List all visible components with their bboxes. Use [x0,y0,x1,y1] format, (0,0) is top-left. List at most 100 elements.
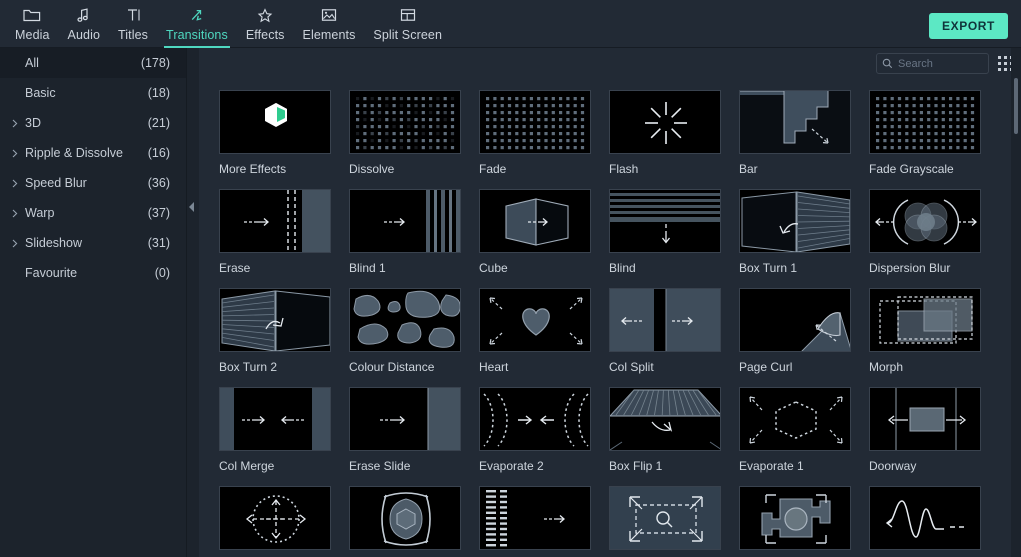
transition-item-box-turn-2[interactable]: Box Turn 2 [219,288,349,387]
transition-label: Blind [609,261,636,275]
transition-thumbnail[interactable] [609,486,721,550]
transition-thumbnail[interactable] [479,486,591,550]
transition-thumbnail[interactable] [609,387,721,451]
sidebar-item-count: (18) [147,86,170,100]
vertical-scrollbar[interactable] [1011,48,1021,557]
transition-item-col-merge[interactable]: Col Merge [219,387,349,486]
sidebar-item-label: Basic [25,86,56,100]
transition-item-item-26[interactable] [479,486,609,557]
transition-thumbnail[interactable] [609,90,721,154]
transition-label: More Effects [219,162,287,176]
transition-item-colour-distance[interactable]: Colour Distance [349,288,479,387]
transition-thumbnail[interactable] [219,387,331,451]
transition-item-morph[interactable]: Morph [869,288,999,387]
transition-item-erase-slide[interactable]: Erase Slide [349,387,479,486]
search-box[interactable] [876,53,989,74]
sidebar-item-basic[interactable]: Basic (18) [0,78,186,108]
transition-thumbnail[interactable] [479,90,591,154]
chevron-right-icon[interactable] [12,239,23,248]
search-icon [882,58,893,69]
transition-thumbnail[interactable] [479,288,591,352]
transition-thumbnail[interactable] [739,486,851,550]
transition-thumbnail[interactable] [219,486,331,550]
sidebar-item-slideshow[interactable]: Slideshow (31) [0,228,186,258]
transition-thumbnail[interactable] [869,288,981,352]
transition-item-more-effects[interactable]: More Effects [219,90,349,189]
image-icon [319,5,339,25]
tab-elements[interactable]: Elements [294,0,365,48]
transition-thumbnail[interactable] [739,90,851,154]
transition-thumbnail[interactable] [739,387,851,451]
sidebar-collapse-handle[interactable] [187,196,195,218]
tab-split-screen[interactable]: Split Screen [364,0,451,48]
transition-thumbnail[interactable] [479,189,591,253]
sidebar-item-label: Slideshow [25,236,82,250]
transition-thumbnail[interactable] [219,288,331,352]
transition-item-blind-1[interactable]: Blind 1 [349,189,479,288]
transition-thumbnail[interactable] [869,387,981,451]
transition-thumbnail[interactable] [869,189,981,253]
tab-titles[interactable]: Titles [109,0,157,48]
transition-item-page-curl[interactable]: Page Curl [739,288,869,387]
sidebar-item-warp[interactable]: Warp (37) [0,198,186,228]
transition-item-box-flip-1[interactable]: Box Flip 1 [609,387,739,486]
transition-item-item-24[interactable] [219,486,349,557]
sidebar-item-count: (21) [147,116,170,130]
transition-thumbnail[interactable] [349,90,461,154]
transition-item-flash[interactable]: Flash [609,90,739,189]
transition-thumbnail[interactable] [219,189,331,253]
transition-item-evaporate-2[interactable]: Evaporate 2 [479,387,609,486]
sidebar-item-favourite[interactable]: Favourite (0) [0,258,186,288]
transition-thumbnail[interactable] [219,90,331,154]
transition-thumbnail[interactable] [739,288,851,352]
transition-item-fade[interactable]: Fade [479,90,609,189]
sidebar-item-count: (0) [154,266,170,280]
transition-thumbnail[interactable] [609,288,721,352]
transition-item-evaporate-1[interactable]: Evaporate 1 [739,387,869,486]
transition-thumbnail[interactable] [349,288,461,352]
chevron-right-icon[interactable] [12,119,23,128]
transition-item-bar[interactable]: Bar [739,90,869,189]
transition-item-col-split[interactable]: Col Split [609,288,739,387]
transition-item-cube[interactable]: Cube [479,189,609,288]
export-button[interactable]: EXPORT [929,13,1008,39]
transition-thumbnail[interactable] [609,189,721,253]
sidebar-item-all[interactable]: All (178) [0,48,186,78]
transition-thumbnail[interactable] [349,486,461,550]
transition-item-item-27[interactable] [609,486,739,557]
transition-thumbnail[interactable] [349,189,461,253]
search-input[interactable] [898,57,978,70]
chevron-right-icon[interactable] [12,209,23,218]
sidebar-item-ripple-dissolve[interactable]: Ripple & Dissolve (16) [0,138,186,168]
transition-thumbnail[interactable] [869,90,981,154]
transition-item-blind[interactable]: Blind [609,189,739,288]
transition-thumbnail[interactable] [869,486,981,550]
tab-audio[interactable]: Audio [59,0,109,48]
transition-item-item-28[interactable] [739,486,869,557]
transition-thumbnail[interactable] [739,189,851,253]
transitions-grid-scroll[interactable]: More Effects Dissolve Fade Flash Bar Fade Gra… [199,80,1021,557]
chevron-right-icon[interactable] [12,149,23,158]
chevron-left-icon [188,202,194,212]
sidebar-item-3d[interactable]: 3D (21) [0,108,186,138]
transition-item-fade-grayscale[interactable]: Fade Grayscale [869,90,999,189]
transition-item-item-29[interactable] [869,486,999,557]
transition-thumbnail[interactable] [479,387,591,451]
transitions-grid: More Effects Dissolve Fade Flash Bar Fade Gra… [199,80,1021,557]
transition-item-erase[interactable]: Erase [219,189,349,288]
transition-item-doorway[interactable]: Doorway [869,387,999,486]
sidebar-item-speed-blur[interactable]: Speed Blur (36) [0,168,186,198]
tab-effects[interactable]: Effects [237,0,294,48]
transition-item-heart[interactable]: Heart [479,288,609,387]
transition-item-dispersion-blur[interactable]: Dispersion Blur [869,189,999,288]
transition-item-box-turn-1[interactable]: Box Turn 1 [739,189,869,288]
scrollbar-thumb[interactable] [1014,78,1018,134]
tab-media[interactable]: Media [6,0,59,48]
transition-item-item-25[interactable] [349,486,479,557]
tab-label: Titles [118,28,149,42]
tab-transitions[interactable]: Transitions [157,0,237,48]
app-window: Media Audio Titles Transitions Effects Elemen… [0,0,1021,557]
transition-thumbnail[interactable] [349,387,461,451]
transition-item-dissolve[interactable]: Dissolve [349,90,479,189]
chevron-right-icon[interactable] [12,179,23,188]
